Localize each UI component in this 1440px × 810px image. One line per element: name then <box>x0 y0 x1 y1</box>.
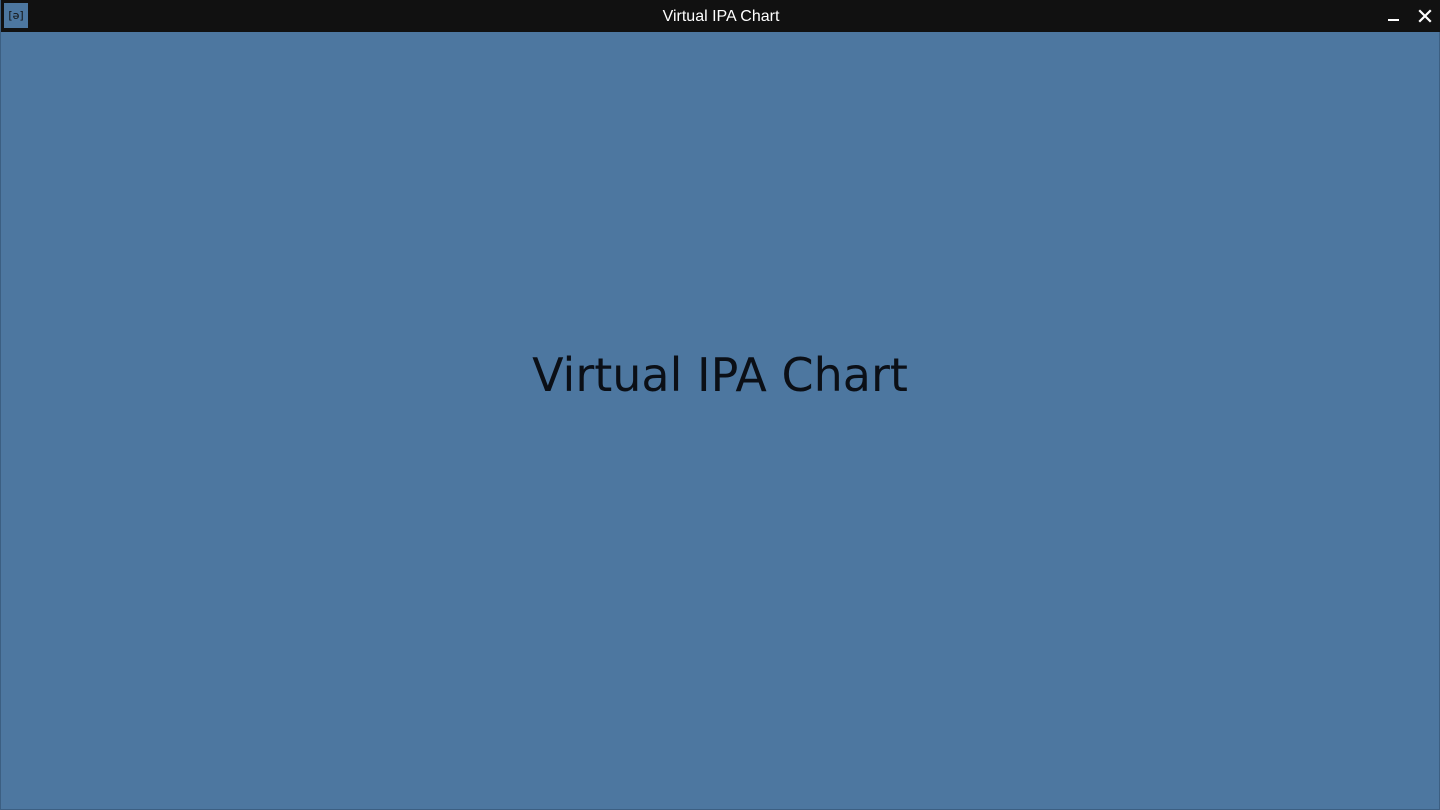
app-window: [ə] Virtual IPA Chart Virtual IPA Chart <box>0 0 1440 810</box>
app-icon[interactable]: [ə] <box>4 3 28 28</box>
window-title: Virtual IPA Chart <box>662 8 780 25</box>
splash-title: Virtual IPA Chart <box>532 348 908 402</box>
minimize-icon <box>1388 19 1399 21</box>
close-icon <box>1418 9 1432 23</box>
title-bar[interactable]: [ə] Virtual IPA Chart <box>1 0 1440 32</box>
close-button[interactable] <box>1409 0 1440 32</box>
main-content: Virtual IPA Chart <box>1 32 1440 810</box>
minimize-button[interactable] <box>1377 0 1409 32</box>
